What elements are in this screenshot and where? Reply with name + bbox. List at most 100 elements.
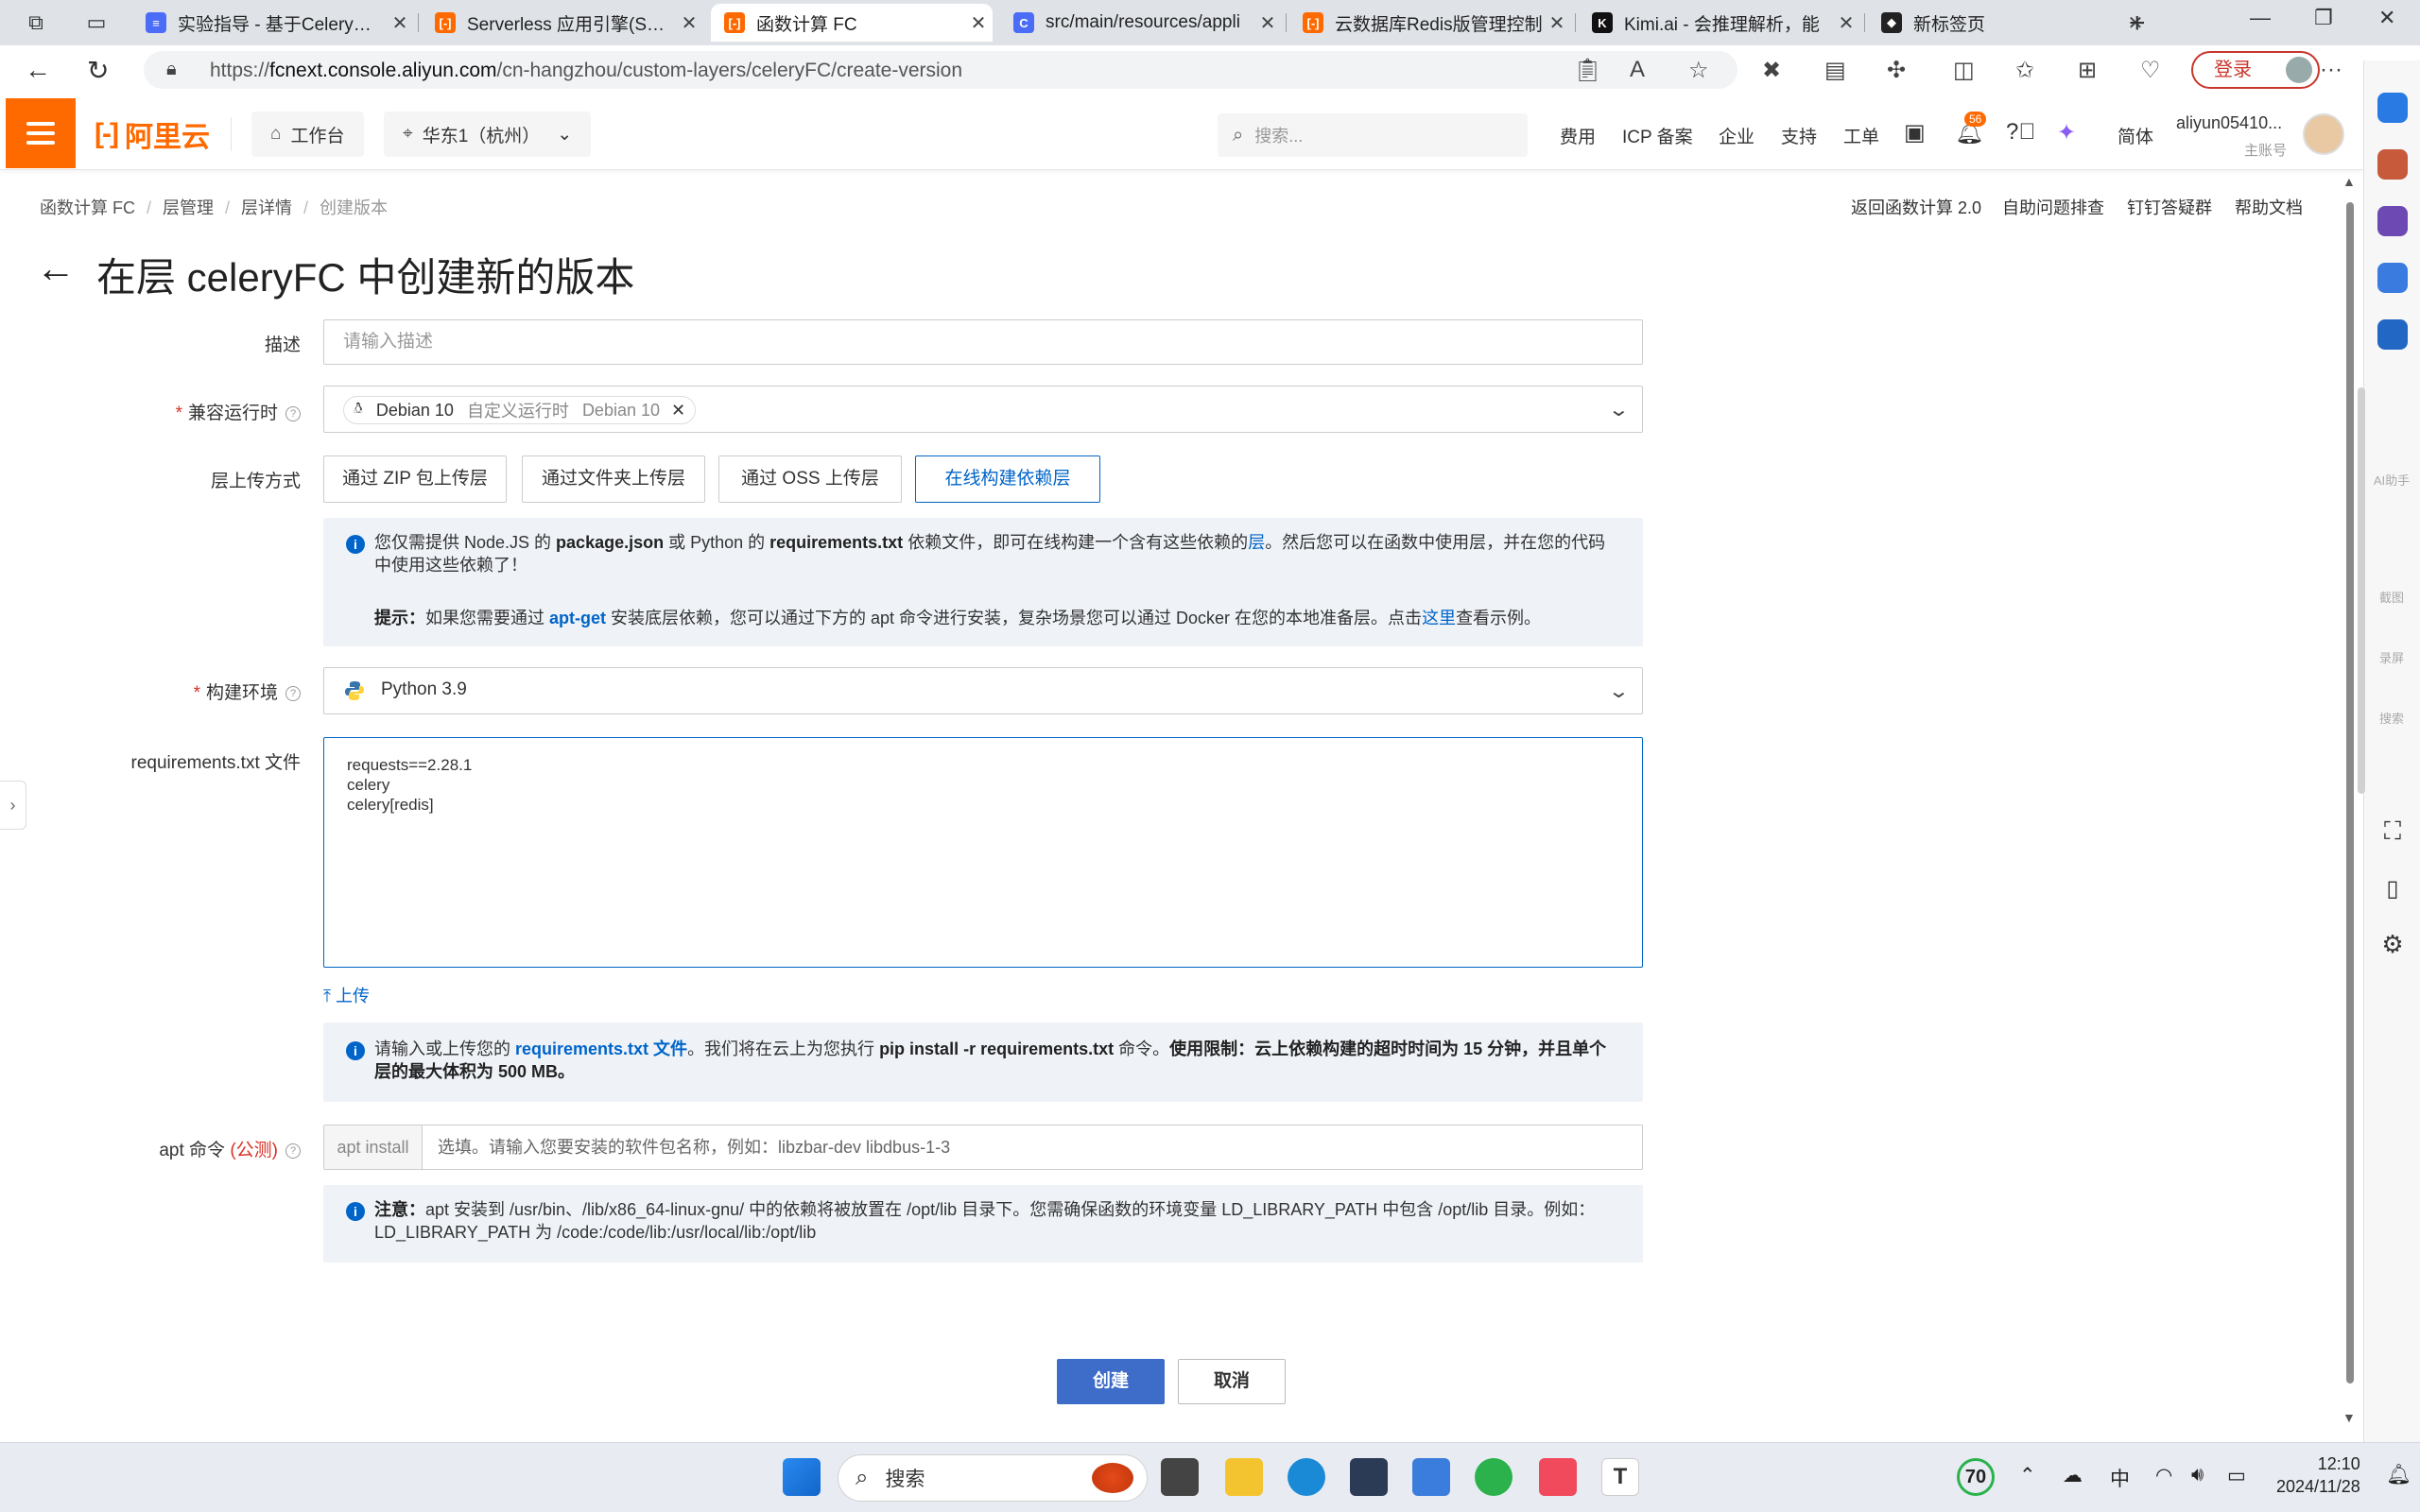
chevron-down-icon[interactable]: ⌄: [1608, 679, 1630, 703]
new-tab-button[interactable]: +: [2129, 8, 2146, 40]
onedrive-icon[interactable]: ☁: [2063, 1464, 2083, 1487]
briefcase-icon[interactable]: [2377, 149, 2408, 180]
breadcrumb-item[interactable]: 层详情: [241, 198, 292, 217]
scroll-down-icon[interactable]: ▼: [2342, 1410, 2356, 1425]
tab-source-file[interactable]: Csrc/main/resources/appli ✕: [1000, 4, 1282, 42]
region-selector[interactable]: ⌖ 华东1（杭州） ⌄: [384, 112, 592, 157]
extension-x-icon[interactable]: ✖: [1762, 57, 1781, 84]
apt-command-field[interactable]: apt install 选填。请输入您要安装的软件包名称，例如：libzbar-…: [323, 1125, 1643, 1170]
apt-input[interactable]: 选填。请输入您要安装的软件包名称，例如：libzbar-dev libdbus-…: [423, 1125, 1642, 1169]
outlook-icon[interactable]: [2377, 319, 2408, 350]
layer-link[interactable]: 层: [1248, 533, 1265, 552]
breadcrumb-item[interactable]: 层管理: [163, 198, 214, 217]
search-label[interactable]: 搜索: [2363, 709, 2420, 727]
performance-icon[interactable]: ♡: [2140, 57, 2161, 84]
enterprise-link[interactable]: 企业: [1719, 123, 1754, 148]
workbench-button[interactable]: ⌂ 工作台: [251, 112, 364, 157]
wechat-icon[interactable]: [1475, 1458, 1512, 1496]
wifi-icon[interactable]: ◠: [2155, 1464, 2172, 1487]
tab-new[interactable]: ◆ 新标签页 ✕: [1868, 4, 2150, 42]
fees-link[interactable]: 费用: [1560, 123, 1596, 148]
user-name[interactable]: aliyun05410...: [2176, 113, 2282, 133]
sidebar-tool-icon[interactable]: [2377, 93, 2408, 123]
file-explorer-icon[interactable]: [1225, 1458, 1263, 1496]
tab-redis-console[interactable]: [-] 云数据库Redis版管理控制 ✕: [1289, 4, 1571, 42]
aliyun-logo[interactable]: [-] 阿里云: [95, 115, 210, 153]
chevron-down-icon[interactable]: ⌄: [1608, 398, 1630, 421]
build-env-select[interactable]: Python 3.9 ⌄: [323, 667, 1643, 714]
address-bar[interactable]: 🔒︎ https://fcnext.console.aliyun.com/cn-…: [144, 51, 1737, 89]
help-icon[interactable]: ?: [285, 686, 301, 701]
url-text[interactable]: https://fcnext.console.aliyun.com/cn-han…: [210, 60, 962, 82]
close-tab-icon[interactable]: ✕: [1543, 11, 1571, 35]
screenshot-icon[interactable]: ⛶: [2377, 816, 2408, 847]
scroll-up-icon[interactable]: ▲: [2342, 174, 2356, 189]
read-aloud-icon[interactable]: A: [1630, 57, 1645, 83]
back-icon[interactable]: ←: [25, 55, 51, 85]
taskbar-search[interactable]: ⌕ 搜索: [838, 1454, 1148, 1502]
help-icon[interactable]: ?⃝: [2006, 119, 2035, 146]
tab-function-compute[interactable]: [-] 函数计算 FC ✕: [711, 4, 993, 42]
tray-expand-icon[interactable]: ⌃: [2019, 1464, 2036, 1487]
description-field[interactable]: [323, 319, 1643, 365]
weather-badge[interactable]: 70: [1957, 1458, 1995, 1496]
cancel-button[interactable]: 取消: [1178, 1359, 1286, 1404]
close-tab-icon[interactable]: ✕: [675, 11, 703, 35]
tab-celery-guide[interactable]: ≡ 实验指导 - 基于Celery实现 ✕: [132, 4, 414, 42]
language-switch[interactable]: 简体: [2118, 123, 2153, 148]
remove-tag-icon[interactable]: ✕: [671, 401, 685, 421]
minimize-button[interactable]: —: [2250, 6, 2271, 30]
help-icon[interactable]: ?: [285, 406, 301, 421]
login-button[interactable]: 登录: [2191, 51, 2320, 89]
typora-icon[interactable]: T: [1601, 1458, 1639, 1496]
start-icon[interactable]: [783, 1458, 821, 1496]
upload-folder-button[interactable]: 通过文件夹上传层: [522, 455, 705, 503]
clock[interactable]: 12:10 2024/11/28: [2276, 1452, 2360, 1498]
app-bird-icon[interactable]: [1412, 1458, 1450, 1496]
maximize-button[interactable]: ❐: [2314, 6, 2333, 30]
ai-assistant-label[interactable]: AI助手: [2363, 471, 2420, 489]
split-screen-icon[interactable]: ◫: [1953, 57, 1975, 84]
back-arrow-icon[interactable]: ←: [36, 248, 76, 289]
settings-gear-icon[interactable]: ⚙: [2377, 930, 2408, 960]
sidebar-layout-icon[interactable]: ▯: [2377, 875, 2408, 905]
ime-indicator[interactable]: 中: [2110, 1464, 2130, 1492]
upload-oss-button[interactable]: 通过 OSS 上传层: [718, 455, 902, 503]
requirements-textarea[interactable]: requests==2.28.1 celery celery[redis]: [323, 737, 1643, 968]
lock-icon[interactable]: 🔒︎: [166, 59, 177, 80]
description-input[interactable]: [324, 320, 1642, 364]
ticket-link[interactable]: 工单: [1843, 123, 1879, 148]
example-link[interactable]: 这里: [1422, 609, 1456, 627]
breadcrumb-item[interactable]: 函数计算 FC: [40, 198, 135, 217]
menu-toggle-button[interactable]: [6, 98, 76, 168]
app-cat-icon[interactable]: [1350, 1458, 1388, 1496]
record-label[interactable]: 录屏: [2363, 648, 2420, 666]
help-icon[interactable]: ?: [285, 1143, 301, 1159]
upload-zip-button[interactable]: 通过 ZIP 包上传层: [323, 455, 507, 503]
refresh-icon[interactable]: ↻: [87, 55, 109, 86]
favorites-icon[interactable]: ✩: [2015, 57, 2034, 84]
app-red-icon[interactable]: [1539, 1458, 1577, 1496]
icp-link[interactable]: ICP 备案: [1622, 123, 1693, 148]
support-link[interactable]: 支持: [1781, 123, 1817, 148]
task-view-icon[interactable]: [1161, 1458, 1199, 1496]
upload-link[interactable]: ⤒ 上传: [323, 983, 370, 1007]
volume-icon[interactable]: 🔊︎: [2191, 1464, 2204, 1486]
create-button[interactable]: 创建: [1057, 1359, 1165, 1404]
workspaces-icon[interactable]: ⧉: [23, 9, 49, 36]
extensions-icon[interactable]: ✣: [1887, 57, 1906, 84]
close-tab-icon[interactable]: ✕: [964, 11, 993, 35]
console-search-input[interactable]: ⌕ 搜索...: [1218, 113, 1528, 157]
ai-assistant-icon[interactable]: ✦: [2057, 119, 2076, 146]
vertical-tabs-icon[interactable]: ▭: [83, 9, 110, 36]
office-icon[interactable]: [2377, 263, 2408, 293]
tab-sae[interactable]: [-] Serverless 应用引擎(SAE) ✕: [422, 4, 703, 42]
screenshot-label[interactable]: 截图: [2363, 588, 2420, 606]
battery-icon[interactable]: ▭: [2227, 1464, 2246, 1487]
favorite-star-icon[interactable]: ☆: [1688, 57, 1709, 84]
edge-browser-icon[interactable]: [1288, 1458, 1325, 1496]
close-tab-icon[interactable]: ✕: [1253, 11, 1282, 35]
dingtalk-group-link[interactable]: 钉钉答疑群: [2127, 195, 2212, 219]
online-build-button[interactable]: 在线构建依赖层: [915, 455, 1100, 503]
close-window-button[interactable]: ✕: [2378, 6, 2395, 30]
